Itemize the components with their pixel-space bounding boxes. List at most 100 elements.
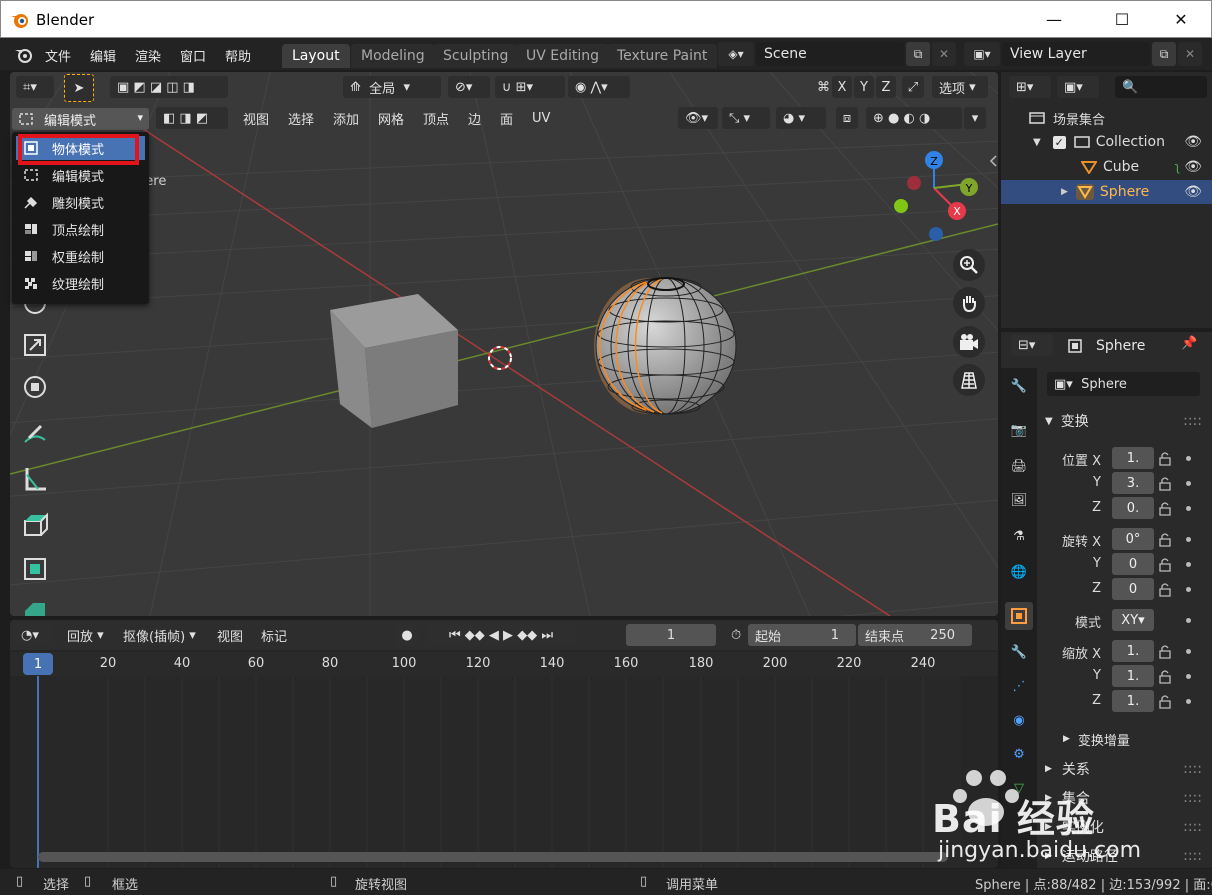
- ortho-grid-icon[interactable]: [953, 364, 985, 396]
- drag-handle-icon[interactable]: ::::: [1183, 413, 1202, 429]
- timeline-scrollbar[interactable]: [38, 852, 948, 862]
- axis-z-toggle[interactable]: Z: [876, 76, 896, 98]
- auto-merge-icon[interactable]: ⤢: [902, 76, 924, 98]
- overlay-toggle-icon[interactable]: ◕ ▾: [776, 107, 826, 129]
- shading-mode-icons[interactable]: ⊕ ● ◐ ◑: [866, 107, 962, 129]
- tool-inset-icon[interactable]: [14, 550, 56, 588]
- mode-item-texture-paint[interactable]: 纹理绘制: [16, 271, 145, 295]
- transform-panel-header[interactable]: ▼ 变换 ::::: [1037, 408, 1212, 434]
- menu-add[interactable]: 添加: [326, 107, 366, 129]
- output-tab-icon[interactable]: 🖨: [1005, 452, 1033, 480]
- object-tab-icon[interactable]: [1005, 602, 1033, 630]
- scale-z-field[interactable]: 1.: [1112, 690, 1154, 712]
- transform-orientation-dropdown[interactable]: ⟰ 全局 ▾: [343, 76, 441, 98]
- tool-annotate-icon[interactable]: [14, 416, 56, 454]
- display-mode-icon[interactable]: ▣▾: [1057, 76, 1099, 98]
- location-x-field[interactable]: 1.: [1112, 447, 1154, 469]
- tool-scale-icon[interactable]: [14, 326, 56, 364]
- delete-view-layer-icon[interactable]: ✕: [1178, 42, 1202, 66]
- view-layer-selector-icon[interactable]: ▣▾: [964, 42, 1000, 66]
- menu-vertex[interactable]: 顶点: [416, 107, 456, 129]
- menu-edge[interactable]: 边: [461, 107, 488, 129]
- outliner-editor-type-icon[interactable]: ⊞▾: [1009, 76, 1051, 98]
- menu-render[interactable]: 渲染: [135, 46, 161, 65]
- scale-x-field[interactable]: 1.: [1112, 640, 1154, 662]
- menu-playback[interactable]: 回放 ▾: [60, 624, 111, 646]
- axis-y-toggle[interactable]: Y: [854, 76, 874, 98]
- eye-icon[interactable]: 👁: [1184, 134, 1202, 150]
- blender-menu-icon[interactable]: [14, 46, 34, 64]
- location-y-field[interactable]: 3.: [1112, 472, 1154, 494]
- lock-icon[interactable]: [1157, 693, 1173, 709]
- transform-pivot-icon[interactable]: ⌗▾: [16, 76, 54, 98]
- menu-keying[interactable]: 抠像(插帧) ▾: [116, 624, 203, 646]
- delta-transform-header[interactable]: ▶ 变换增量: [1037, 726, 1212, 752]
- options-dropdown[interactable]: 选项 ▾: [932, 76, 988, 98]
- delete-scene-icon[interactable]: ✕: [932, 42, 956, 66]
- outliner-row-cube[interactable]: Cube ʅ 👁: [1001, 155, 1212, 179]
- scene-tab-icon[interactable]: ⚗: [1005, 522, 1033, 550]
- lock-icon[interactable]: [1157, 475, 1173, 491]
- location-z-field[interactable]: 0.: [1112, 497, 1154, 519]
- tab-sculpting[interactable]: Sculpting: [433, 44, 519, 68]
- rotation-z-field[interactable]: 0: [1112, 578, 1154, 600]
- outliner[interactable]: ⊞▾ ▣▾ 🔍 场景集合 ▼ ✓ Collection 👁 Cube ʅ 👁 ▶…: [1001, 72, 1212, 328]
- record-icon[interactable]: ●: [396, 624, 418, 646]
- tab-texture-paint[interactable]: Texture Paint: [607, 44, 718, 68]
- keyframe-dot-icon[interactable]: [1186, 649, 1191, 654]
- outliner-search-input[interactable]: 🔍: [1115, 76, 1207, 98]
- rotation-y-field[interactable]: 0: [1112, 553, 1154, 575]
- menu-view[interactable]: 视图: [236, 107, 276, 129]
- view-layer-tab-icon[interactable]: 🖼: [1005, 486, 1033, 514]
- keyframe-dot-icon[interactable]: [1186, 587, 1191, 592]
- tool-measure-icon[interactable]: [14, 460, 56, 498]
- modifier-tab-icon[interactable]: 🔧: [1005, 638, 1033, 666]
- new-scene-icon[interactable]: ⧉: [906, 42, 930, 66]
- outliner-row-collection[interactable]: ▼ ✓ Collection 👁: [1001, 130, 1212, 154]
- keyframe-dot-icon[interactable]: [1186, 506, 1191, 511]
- outliner-scene-collection[interactable]: 场景集合: [1001, 106, 1212, 130]
- timeline-ruler[interactable]: 1 20 40 60 80 100 120 140 160 180 200 22…: [10, 652, 998, 676]
- end-frame-field[interactable]: 结束点 250: [858, 624, 972, 646]
- close-button[interactable]: ✕: [1158, 5, 1204, 33]
- eye-icon[interactable]: 👁: [1184, 184, 1202, 200]
- tab-layout[interactable]: Layout: [282, 44, 350, 68]
- select-mode-icons[interactable]: ▣ ◩ ◪ ◫ ◨: [110, 76, 228, 98]
- lock-icon[interactable]: [1157, 668, 1173, 684]
- keyframe-dot-icon[interactable]: [1186, 537, 1191, 542]
- gizmo-toggle-icon[interactable]: ⤡ ▾: [722, 107, 770, 129]
- tool-extrude-icon[interactable]: [14, 506, 56, 544]
- physics-tab-icon[interactable]: ◉: [1005, 706, 1033, 734]
- render-tab-icon[interactable]: 📷: [1005, 416, 1033, 444]
- lock-icon[interactable]: [1157, 556, 1173, 572]
- menu-select[interactable]: 选择: [281, 107, 321, 129]
- playback-controls[interactable]: ⏮ ◆◆ ◀ ▶ ◆◆ ⏭: [426, 624, 576, 646]
- axis-x-toggle[interactable]: X: [832, 76, 852, 98]
- scale-y-field[interactable]: 1.: [1112, 665, 1154, 687]
- xray-toggle-icon[interactable]: ⧈: [836, 107, 858, 129]
- keyframe-dot-icon[interactable]: [1186, 456, 1191, 461]
- rotation-x-field[interactable]: 0°: [1112, 528, 1154, 550]
- pivot-point-icon[interactable]: ⊘▾: [448, 76, 490, 98]
- tool-bevel-icon[interactable]: [14, 592, 56, 616]
- properties-editor-type-icon[interactable]: ⊟▾: [1011, 334, 1053, 356]
- menu-mesh[interactable]: 网格: [371, 107, 411, 129]
- keyframe-dot-icon[interactable]: [1186, 699, 1191, 704]
- scene-selector-icon[interactable]: ◈▾: [718, 42, 754, 66]
- keyframe-dot-icon[interactable]: [1186, 562, 1191, 567]
- proportional-edit-icon[interactable]: ◉ ⋀▾: [568, 76, 630, 98]
- zoom-icon[interactable]: [953, 249, 985, 281]
- tool-transform-icon[interactable]: [14, 368, 56, 406]
- mode-item-vertex-paint[interactable]: 顶点绘制: [16, 217, 145, 241]
- checkbox-checked-icon[interactable]: ✓: [1052, 135, 1066, 149]
- view-object-types-icon[interactable]: 👁▾: [678, 107, 718, 129]
- shading-options-icon[interactable]: ▾: [964, 107, 986, 129]
- expand-arrow-icon[interactable]: ▼: [1033, 137, 1041, 148]
- keyframe-dot-icon[interactable]: [1186, 674, 1191, 679]
- keyframe-dot-icon[interactable]: [1186, 481, 1191, 486]
- view-layer-field[interactable]: View Layer: [1002, 42, 1150, 66]
- camera-view-icon[interactable]: [953, 326, 985, 358]
- outliner-row-sphere[interactable]: ▶ Sphere 👁: [1001, 180, 1212, 204]
- menu-help[interactable]: 帮助: [225, 46, 251, 65]
- select-mode-toggles[interactable]: ◧ ◨ ◩: [156, 107, 228, 129]
